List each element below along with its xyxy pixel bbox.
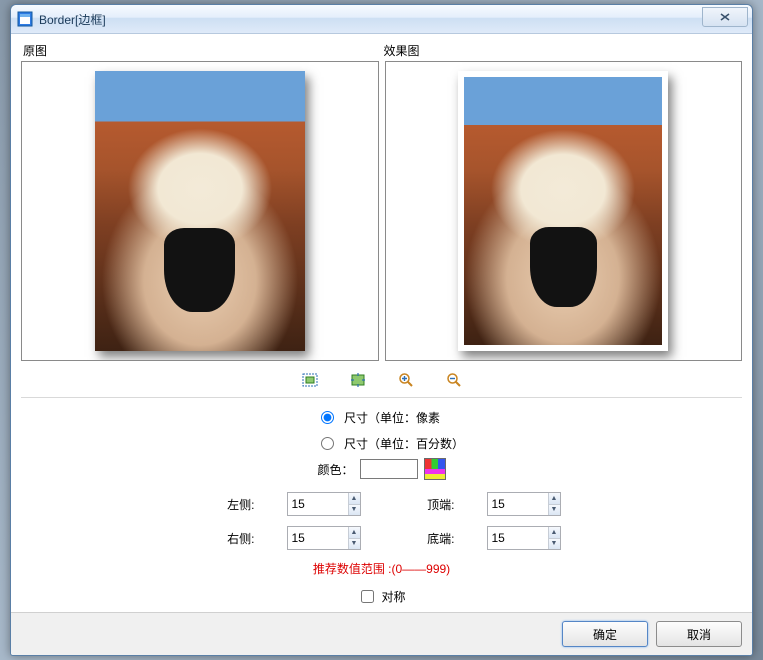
titlebar[interactable]: Border[边框] <box>11 5 752 34</box>
unit-pixel-label: 尺寸（单位：像素 <box>344 409 440 426</box>
effect-preview[interactable] <box>385 61 743 361</box>
effect-label: 效果图 <box>382 42 743 59</box>
ok-button[interactable]: 确定 <box>562 621 648 647</box>
bottom-spinner[interactable]: ▲▼ <box>487 526 561 550</box>
bottom-input[interactable] <box>488 527 548 549</box>
zoom-out-icon <box>446 372 462 388</box>
app-icon <box>17 11 33 27</box>
color-picker-button[interactable] <box>424 458 446 480</box>
color-row: 颜色： <box>21 456 742 482</box>
top-input[interactable] <box>488 493 548 515</box>
unit-pixel-radio[interactable] <box>321 411 334 424</box>
options-panel: 尺寸（单位：像素 尺寸（单位：百分数） 颜色： 左侧: ▲▼ 顶端: <box>21 397 742 606</box>
zoom-in-button[interactable] <box>397 371 415 389</box>
fit-screen-button[interactable] <box>301 371 319 389</box>
original-image <box>95 71 305 351</box>
preview-labels: 原图 效果图 <box>21 42 742 59</box>
close-icon <box>720 13 730 21</box>
unit-percent-radio[interactable] <box>321 437 334 450</box>
symmetry-checkbox[interactable] <box>361 590 374 603</box>
top-label: 顶端: <box>397 496 457 513</box>
left-input[interactable] <box>288 493 348 515</box>
original-preview[interactable] <box>21 61 379 361</box>
cancel-button-label: 取消 <box>687 626 711 643</box>
range-hint: 推荐数值范围 :(0——999) <box>21 560 742 577</box>
unit-percent-row: 尺寸（单位：百分数） <box>21 430 742 456</box>
dialog-window: Border[边框] 原图 效果图 <box>10 4 753 656</box>
symmetry-label: 对称 <box>381 588 405 605</box>
right-label: 右侧: <box>197 530 257 547</box>
left-spinner[interactable]: ▲▼ <box>287 492 361 516</box>
actual-size-button[interactable] <box>349 371 367 389</box>
cancel-button[interactable]: 取消 <box>656 621 742 647</box>
original-label: 原图 <box>21 42 382 59</box>
ok-button-label: 确定 <box>593 626 617 643</box>
right-input[interactable] <box>288 527 348 549</box>
size-grid: 左侧: ▲▼ 顶端: ▲▼ 右侧: ▲▼ 底端: ▲▼ <box>21 492 742 550</box>
zoom-toolbar <box>21 365 742 395</box>
color-swatch[interactable] <box>360 459 418 479</box>
top-spinner[interactable]: ▲▼ <box>487 492 561 516</box>
content-area: 原图 效果图 <box>11 34 752 612</box>
window-title: Border[边框] <box>39 11 106 28</box>
bottom-label: 底端: <box>397 530 457 547</box>
fit-screen-icon <box>302 372 318 388</box>
right-spinner[interactable]: ▲▼ <box>287 526 361 550</box>
zoom-in-icon <box>398 372 414 388</box>
unit-percent-label: 尺寸（单位：百分数） <box>344 435 464 452</box>
preview-row <box>21 61 742 361</box>
color-label: 颜色： <box>317 461 353 478</box>
effect-image <box>458 71 668 351</box>
dialog-footer: 确定 取消 <box>11 612 752 655</box>
right-spin-buttons[interactable]: ▲▼ <box>348 527 360 549</box>
close-button[interactable] <box>702 7 748 27</box>
left-label: 左侧: <box>197 496 257 513</box>
zoom-out-button[interactable] <box>445 371 463 389</box>
left-spin-buttons[interactable]: ▲▼ <box>348 493 360 515</box>
unit-pixel-row: 尺寸（单位：像素 <box>21 404 742 430</box>
top-spin-buttons[interactable]: ▲▼ <box>548 493 560 515</box>
bottom-spin-buttons[interactable]: ▲▼ <box>548 527 560 549</box>
actual-size-icon <box>350 372 366 388</box>
symmetry-row: 对称 <box>21 587 742 606</box>
